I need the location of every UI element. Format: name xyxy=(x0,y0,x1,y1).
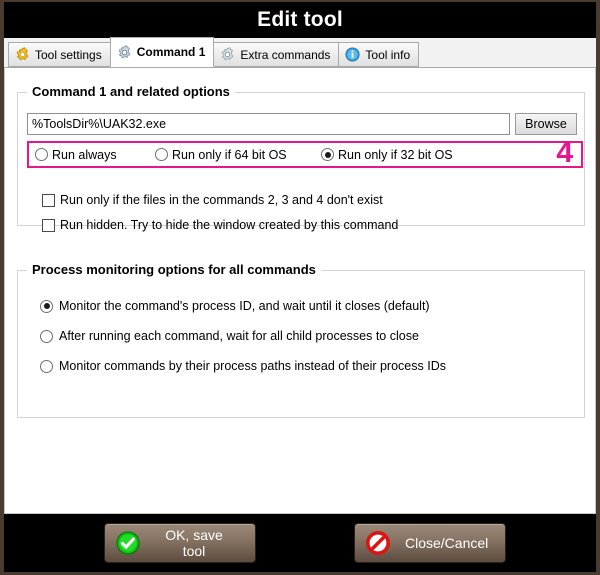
edit-tool-window: Edit tool Tool settings Command 1 Extra … xyxy=(0,0,600,575)
browse-button[interactable]: Browse xyxy=(515,113,577,135)
radio-run-64bit[interactable]: Run only if 64 bit OS xyxy=(155,148,287,162)
gear-icon-gray xyxy=(117,44,132,60)
run-mode-highlight-box: Run always Run only if 64 bit OS Run onl… xyxy=(27,138,583,168)
radio-indicator-selected xyxy=(40,299,53,313)
radio-indicator xyxy=(155,148,168,161)
radio-label: Run only if 64 bit OS xyxy=(172,147,287,162)
tab-strip: Tool settings Command 1 Extra commands T… xyxy=(4,37,596,68)
monitor-group-title: Process monitoring options for all comma… xyxy=(27,262,321,277)
checkbox-run-only-if-files-missing[interactable]: Run only if the files in the commands 2,… xyxy=(42,193,383,207)
window-inner-frame: Edit tool Tool settings Command 1 Extra … xyxy=(4,2,596,572)
checkbox-indicator xyxy=(42,218,55,232)
radio-label: Monitor the command's process ID, and wa… xyxy=(59,299,430,313)
radio-label: Run only if 32 bit OS xyxy=(338,147,453,162)
checkbox-label: Run only if the files in the commands 2,… xyxy=(60,193,383,207)
tab-content-command-1: Command 1 and related options Browse Run… xyxy=(4,68,596,514)
tab-label: Tool settings xyxy=(35,47,102,62)
radio-run-always[interactable]: Run always xyxy=(35,148,117,162)
radio-label: Run always xyxy=(52,147,117,162)
radio-run-32bit[interactable]: Run only if 32 bit OS xyxy=(321,148,453,162)
run-mode-radio-group: Run always Run only if 64 bit OS Run onl… xyxy=(29,138,581,168)
checkbox-label: Run hidden. Try to hide the window creat… xyxy=(60,218,399,232)
radio-wait-child-processes[interactable]: After running each command, wait for all… xyxy=(40,329,419,343)
tab-command-1[interactable]: Command 1 xyxy=(109,37,215,67)
radio-monitor-process-paths[interactable]: Monitor commands by their process paths … xyxy=(40,359,446,373)
gear-icon-gray xyxy=(220,47,235,62)
ok-save-tool-label: OK, save tool xyxy=(165,527,223,559)
gear-icon-yellow xyxy=(15,47,30,62)
radio-indicator xyxy=(35,148,48,161)
tab-tool-settings[interactable]: Tool settings xyxy=(8,42,110,67)
radio-label: Monitor commands by their process paths … xyxy=(59,359,446,373)
footer-bar: OK, save tool Close/Cancel xyxy=(4,514,596,572)
process-monitoring-group: Process monitoring options for all comma… xyxy=(17,262,585,418)
radio-label: After running each command, wait for all… xyxy=(59,329,419,343)
tab-label: Tool info xyxy=(365,47,411,62)
command-options-group: Command 1 and related options Browse Run… xyxy=(17,84,585,232)
command-group-title: Command 1 and related options xyxy=(27,84,235,99)
radio-indicator xyxy=(40,359,53,373)
window-title: Edit tool xyxy=(257,8,343,31)
command-input-row: Browse xyxy=(27,113,577,135)
no-entry-icon-red xyxy=(365,530,391,556)
info-icon-blue xyxy=(345,47,360,62)
tab-tool-info[interactable]: Tool info xyxy=(338,42,420,67)
checkbox-run-hidden[interactable]: Run hidden. Try to hide the window creat… xyxy=(42,218,398,232)
checkbox-indicator xyxy=(42,193,55,207)
tab-label: Extra commands xyxy=(240,47,331,62)
title-bar: Edit tool xyxy=(4,2,596,38)
radio-indicator-selected xyxy=(321,148,334,161)
ok-save-tool-button[interactable]: OK, save tool xyxy=(104,523,256,563)
annotation-number-4: 4 xyxy=(556,136,573,169)
radio-indicator xyxy=(40,329,53,343)
tab-label: Command 1 xyxy=(136,45,206,59)
close-cancel-button[interactable]: Close/Cancel xyxy=(354,523,506,563)
command-path-input[interactable] xyxy=(27,113,510,135)
tab-extra-commands[interactable]: Extra commands xyxy=(214,42,339,67)
close-cancel-label: Close/Cancel xyxy=(405,535,489,551)
check-circle-icon-green xyxy=(115,530,141,556)
radio-monitor-process-id[interactable]: Monitor the command's process ID, and wa… xyxy=(40,299,430,313)
